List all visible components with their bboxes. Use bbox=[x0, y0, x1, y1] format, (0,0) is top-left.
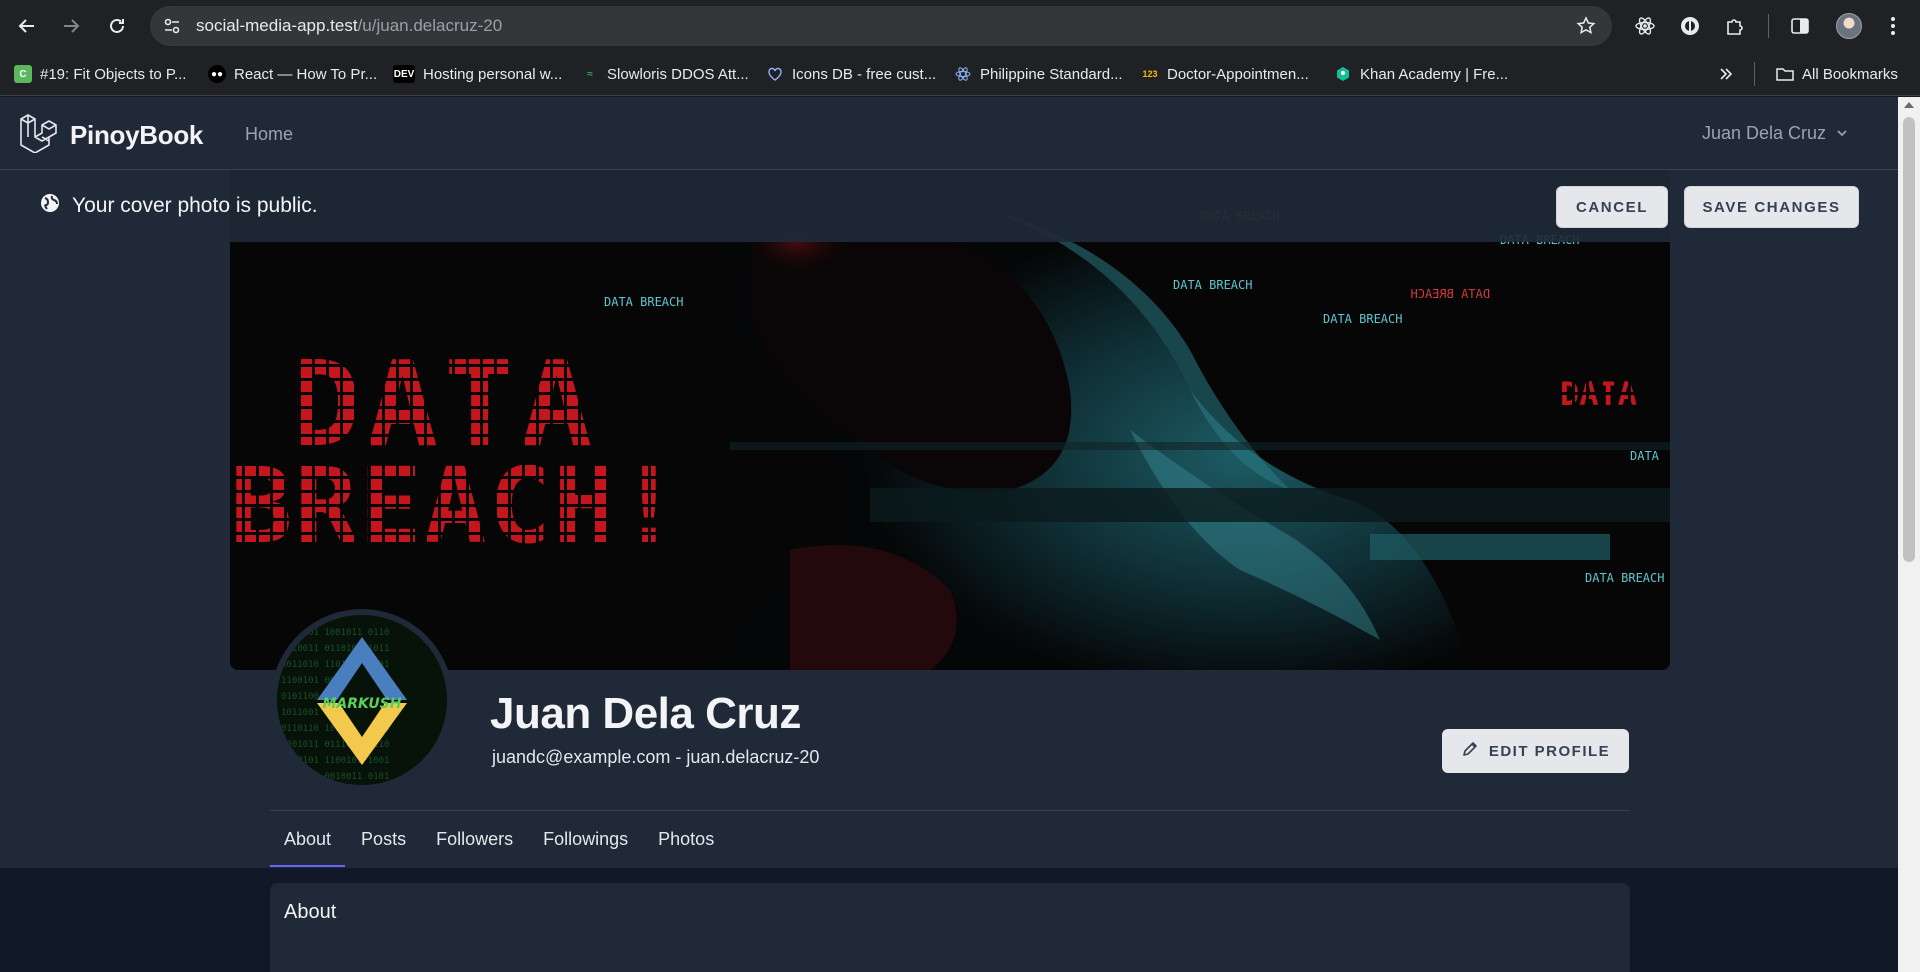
cover-side-text: DATA bbox=[1560, 375, 1637, 413]
side-panel-icon[interactable] bbox=[1787, 13, 1813, 39]
bookmark-item[interactable]: 123 Doctor-Appointmen... bbox=[1141, 62, 1309, 86]
dev-favicon-icon: DEV bbox=[393, 65, 415, 83]
svg-text:1010011 0110100 1011: 1010011 0110100 1011 bbox=[281, 644, 389, 654]
cover-public-notice: Your cover photo is public. bbox=[40, 193, 318, 219]
bookmark-item[interactable]: DEV Hosting personal w... bbox=[393, 62, 562, 86]
profile-avatar[interactable]: 0101101 1001011 0110 1010011 0110100 101… bbox=[271, 609, 453, 791]
scroll-up-arrow-icon[interactable] bbox=[1904, 102, 1914, 108]
extensions-puzzle-icon[interactable] bbox=[1722, 13, 1748, 39]
brand-logo[interactable]: PinoyBook bbox=[18, 113, 203, 158]
cover-label: DATA BREACH bbox=[604, 295, 683, 309]
bookmark-label: Icons DB - free cust... bbox=[792, 65, 937, 83]
tab-photos[interactable]: Photos bbox=[644, 811, 728, 867]
edit-profile-button[interactable]: EDIT PROFILE bbox=[1442, 729, 1629, 773]
tab-posts[interactable]: Posts bbox=[347, 811, 420, 867]
bookmark-label: Doctor-Appointmen... bbox=[1167, 65, 1309, 83]
bookmark-item[interactable]: C #19: Fit Objects to P... bbox=[14, 62, 186, 86]
cover-big-text-breach: BREACH! bbox=[230, 445, 682, 567]
cover-label: DATA BREACH bbox=[1173, 278, 1252, 292]
folder-icon bbox=[1776, 65, 1794, 83]
save-changes-button[interactable]: SAVE CHANGES bbox=[1684, 186, 1859, 228]
cover-label: DATA BREACH bbox=[1585, 571, 1664, 585]
tab-label: Followers bbox=[436, 828, 514, 849]
medium-favicon-icon: ●● bbox=[208, 65, 226, 83]
bookmark-label: Hosting personal w... bbox=[423, 65, 563, 83]
bookmarks-divider bbox=[1754, 62, 1755, 86]
heart-favicon-icon bbox=[766, 65, 784, 83]
scrollbar-thumb[interactable] bbox=[1903, 117, 1915, 562]
bookmark-item[interactable]: ≈ Slowloris DDOS Att... bbox=[581, 62, 749, 86]
brand-name: PinoyBook bbox=[70, 120, 204, 150]
bookmark-item[interactable]: ●● React — How To Pr... bbox=[208, 62, 377, 86]
tab-label: About bbox=[284, 828, 332, 849]
cover-image: DATA BREACH! DATA BREACH DATA BREACH DAT… bbox=[230, 170, 1670, 670]
bookmarks-overflow-icon[interactable] bbox=[1718, 62, 1734, 86]
cover-label: DATA BREACH bbox=[1323, 312, 1402, 326]
profile-tabs: About Posts Followers Followings Photos bbox=[270, 811, 730, 867]
reload-icon[interactable] bbox=[104, 13, 130, 39]
bookmark-label: #19: Fit Objects to P... bbox=[40, 65, 187, 83]
user-menu-name: Juan Dela Cruz bbox=[1701, 123, 1826, 143]
tab-followings[interactable]: Followings bbox=[529, 811, 642, 867]
forward-arrow-icon[interactable] bbox=[58, 13, 84, 39]
profile-name: Juan Dela Cruz bbox=[490, 689, 801, 738]
bookmark-label: Khan Academy | Fre... bbox=[1360, 65, 1509, 83]
laravel-logo-icon bbox=[18, 113, 58, 158]
avatar-logo-text: MARKUSH bbox=[322, 696, 401, 712]
bookmark-item[interactable]: Icons DB - free cust... bbox=[766, 62, 936, 86]
site-info-icon[interactable] bbox=[162, 16, 182, 41]
all-bookmarks[interactable]: All Bookmarks bbox=[1776, 62, 1898, 86]
browser-profile-avatar[interactable] bbox=[1836, 13, 1862, 39]
app-viewport: DATA BREACH! DATA BREACH DATA BREACH DAT… bbox=[0, 97, 1898, 972]
avatar-image: 0101101 1001011 0110 1010011 0110100 101… bbox=[277, 615, 447, 785]
bookmark-label: Slowloris DDOS Att... bbox=[607, 65, 749, 83]
top-navigation: PinoyBook Home Juan Dela Cruz bbox=[0, 97, 1898, 170]
gg-favicon-icon: ≈ bbox=[587, 68, 593, 80]
bookmark-item[interactable]: Khan Academy | Fre... bbox=[1334, 62, 1508, 86]
pencil-icon bbox=[1461, 740, 1479, 762]
react-favicon-icon bbox=[954, 65, 972, 83]
about-card: About bbox=[270, 883, 1630, 972]
svg-text:0100101 1100101 1001: 0100101 1100101 1001 bbox=[281, 756, 389, 766]
user-menu-dropdown[interactable]: Juan Dela Cruz bbox=[1702, 123, 1848, 144]
khan-favicon-icon bbox=[1334, 65, 1352, 83]
c-favicon-icon: C bbox=[14, 65, 32, 83]
tab-about[interactable]: About bbox=[270, 811, 346, 867]
bookmark-label: Philippine Standard... bbox=[980, 65, 1123, 83]
cover-photo: DATA BREACH! DATA BREACH DATA BREACH DAT… bbox=[230, 170, 1670, 670]
bookmarks-bar: C #19: Fit Objects to P... ●● React — Ho… bbox=[0, 52, 1920, 96]
cover-label: DATA bbox=[1630, 449, 1660, 463]
react-devtools-icon[interactable] bbox=[1632, 13, 1658, 39]
tab-followers[interactable]: Followers bbox=[422, 811, 527, 867]
cover-edit-notice-bar: Your cover photo is public. CANCEL SAVE … bbox=[0, 170, 1898, 242]
svg-text:1011010 0010011 0101: 1011010 0010011 0101 bbox=[281, 772, 389, 782]
back-arrow-icon[interactable] bbox=[14, 13, 40, 39]
tab-label: Photos bbox=[658, 828, 715, 849]
nav-home-link[interactable]: Home bbox=[245, 124, 293, 145]
tab-label: Posts bbox=[361, 828, 407, 849]
cancel-button[interactable]: CANCEL bbox=[1556, 186, 1668, 228]
notice-text: Your cover photo is public. bbox=[72, 194, 318, 217]
all-bookmarks-label: All Bookmarks bbox=[1802, 65, 1898, 83]
tab-label: Followings bbox=[543, 828, 629, 849]
more-menu-icon[interactable] bbox=[1880, 13, 1906, 39]
cover-label-mirrored: DATA BREACH bbox=[1411, 287, 1490, 301]
extension-circle-icon[interactable] bbox=[1677, 13, 1703, 39]
bookmark-item[interactable]: Philippine Standard... bbox=[954, 62, 1123, 86]
toolbar-divider bbox=[1768, 14, 1769, 38]
bookmark-label: React — How To Pr... bbox=[234, 65, 378, 83]
chevron-down-icon bbox=[1836, 123, 1848, 144]
bookmark-star-icon[interactable] bbox=[1576, 16, 1596, 41]
edit-profile-label: EDIT PROFILE bbox=[1488, 742, 1611, 760]
url-text: social-media-app.test/u/juan.delacruz-20 bbox=[196, 16, 503, 35]
123-favicon-icon: 123 bbox=[1142, 69, 1158, 79]
address-bar[interactable]: social-media-app.test/u/juan.delacruz-20 bbox=[150, 6, 1612, 46]
page-scrollbar[interactable] bbox=[1898, 97, 1920, 972]
globe-icon bbox=[40, 193, 60, 219]
about-title: About bbox=[284, 901, 337, 923]
profile-email-username: juandc@example.com - juan.delacruz-20 bbox=[492, 747, 820, 767]
browser-toolbar: social-media-app.test/u/juan.delacruz-20 bbox=[0, 0, 1920, 52]
